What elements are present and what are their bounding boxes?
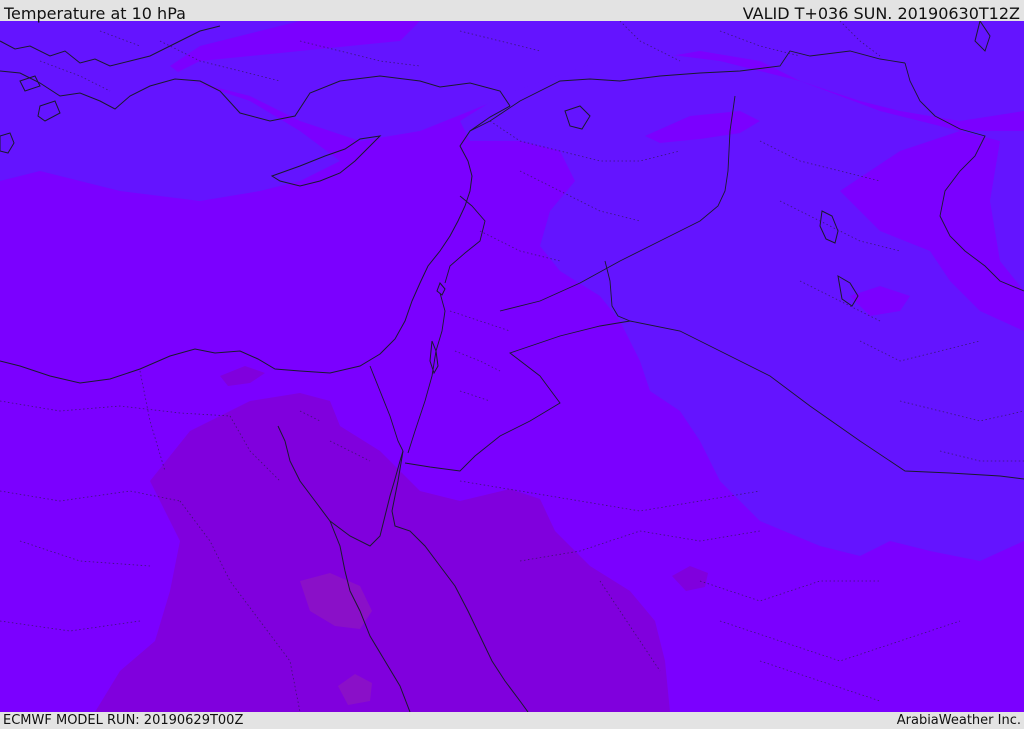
- valid-time: VALID T+036 SUN. 20190630T12Z: [742, 4, 1020, 23]
- model-run: ECMWF MODEL RUN: 20190629T00Z: [3, 713, 244, 728]
- credit: ArabiaWeather Inc.: [896, 713, 1021, 728]
- temperature-map[interactable]: [0, 21, 1024, 712]
- map-title: Temperature at 10 hPa: [4, 4, 186, 23]
